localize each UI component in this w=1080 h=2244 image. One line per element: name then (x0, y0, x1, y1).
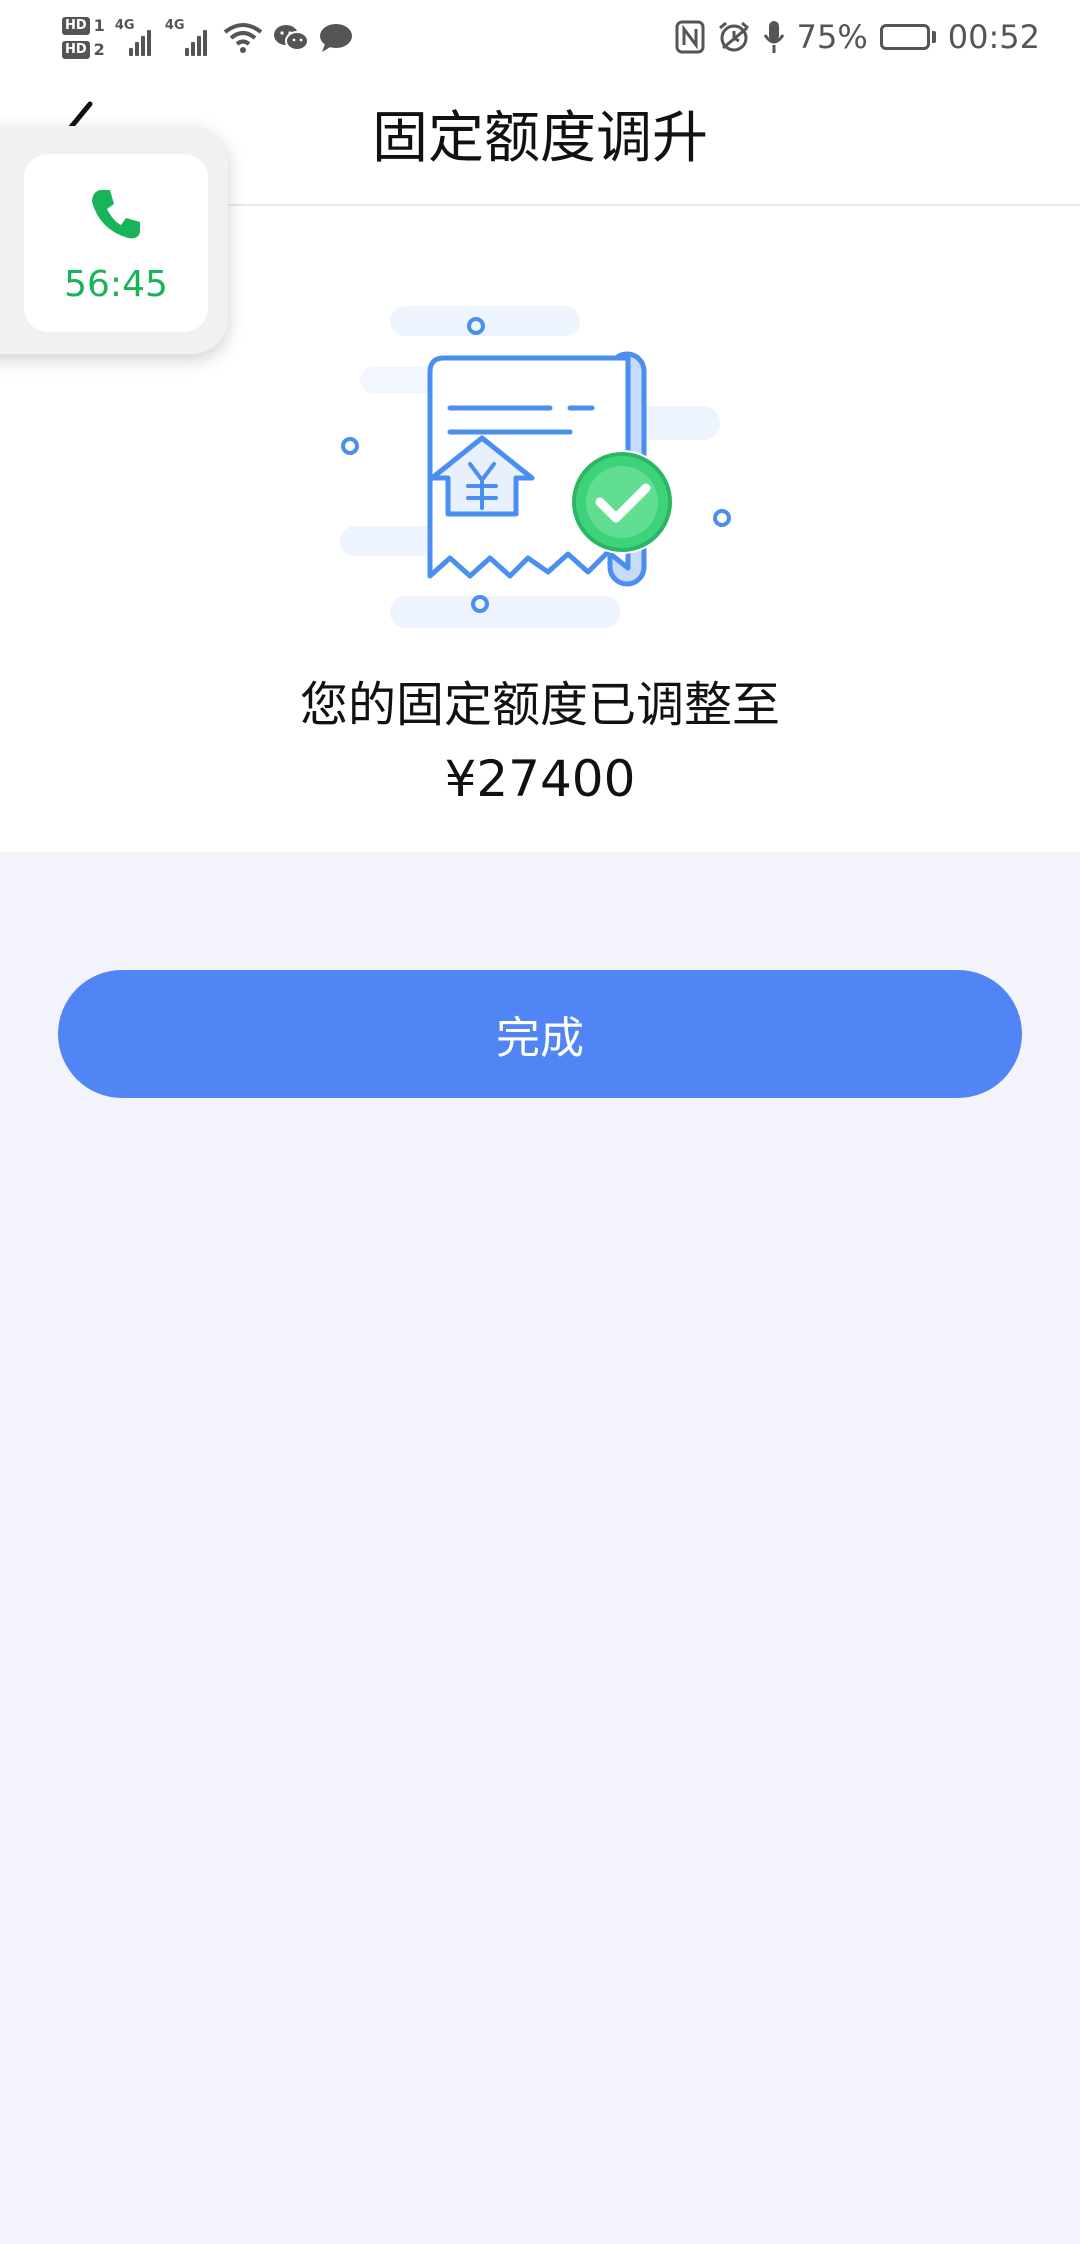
nfc-icon (675, 20, 705, 54)
wifi-icon (223, 22, 263, 54)
ongoing-call-bubble[interactable]: 56:45 (0, 126, 228, 354)
result-message: 您的固定额度已调整至 (299, 677, 780, 733)
microphone-icon (763, 19, 785, 55)
battery-icon (879, 24, 936, 50)
sim-number: 1 (93, 16, 105, 35)
sim2-indicator: HD 2 (62, 41, 105, 59)
signal-icon: 4G (164, 18, 213, 56)
battery-percent: 75% (796, 18, 868, 56)
limit-amount: ¥27400 (444, 750, 636, 808)
phone-icon (92, 190, 140, 239)
done-button[interactable]: 完成 (58, 970, 1022, 1098)
receipt-success-illustration (340, 306, 731, 628)
clock: 00:52 (947, 18, 1040, 56)
message-icon (319, 23, 353, 53)
wechat-icon (273, 23, 309, 53)
hd-badge: HD (62, 41, 90, 59)
sim-number: 2 (93, 40, 105, 59)
sim1-indicator: HD 1 (62, 17, 105, 35)
signal-icon: 4G (114, 18, 155, 56)
status-bar-left: HD 1 HD 2 4G 4G (62, 8, 353, 68)
call-duration: 56:45 (64, 264, 168, 305)
status-bar: HD 1 HD 2 4G 4G 75% 00:52 (0, 0, 1080, 74)
sim-indicators: HD 1 HD 2 (62, 17, 105, 59)
network-type: 4G (114, 18, 135, 33)
hd-badge: HD (62, 17, 90, 35)
call-bubble-card[interactable]: 56:45 (24, 154, 208, 332)
alarm-icon (717, 20, 751, 54)
status-bar-right: 75% 00:52 (675, 12, 1040, 62)
network-type: 4G (164, 18, 185, 33)
